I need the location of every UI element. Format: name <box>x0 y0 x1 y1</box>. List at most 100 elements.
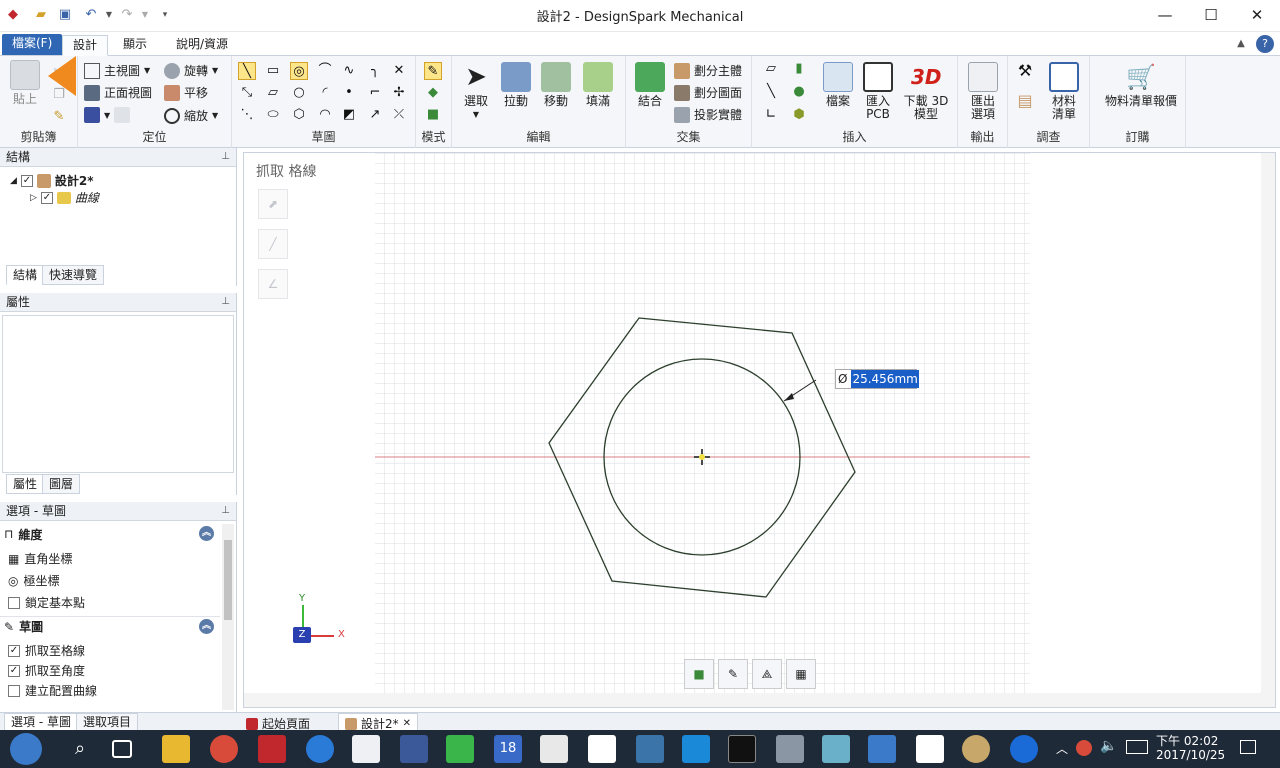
sketch-mode-icon[interactable]: ✎ <box>424 62 442 80</box>
layout-curves-checkbox[interactable] <box>8 684 20 697</box>
collapse-chevron-icon[interactable]: ︽ <box>199 526 214 541</box>
option-cartesian[interactable]: ▦ 直角坐標 <box>8 550 72 567</box>
split-body-button[interactable]: 劃分主體 <box>674 62 742 79</box>
chrome-icon[interactable] <box>210 735 238 763</box>
tab-selection[interactable]: 選取項目 <box>76 713 139 731</box>
maximize-icon[interactable]: ☐ <box>1188 0 1234 32</box>
mini-toolbar-select[interactable]: ⬈ <box>258 189 288 219</box>
start-button-icon[interactable] <box>10 733 42 765</box>
select-button[interactable]: ➤ 選取 ▼ <box>458 62 494 121</box>
mirror-tool-icon[interactable]: ◩ <box>340 106 358 124</box>
trim-tool-icon[interactable]: ✕ <box>390 62 408 80</box>
tree-child[interactable]: ▷ ✓ 曲線 <box>30 189 99 206</box>
tab-properties[interactable]: 屬性 <box>6 474 45 494</box>
pin-icon[interactable]: ⊥ <box>221 293 230 311</box>
tray-chevron-icon[interactable]: ︿ <box>1056 740 1068 757</box>
snap-grid-checkbox[interactable]: ✓ <box>8 644 20 657</box>
taskbar-search-icon[interactable]: ⌕ <box>66 735 94 763</box>
facebook-icon[interactable] <box>400 735 428 763</box>
tab-help[interactable]: 說明/資源 <box>166 35 238 56</box>
ellipse-tool-icon[interactable]: ⬭ <box>264 106 282 124</box>
collapse-icon[interactable]: ◢ <box>10 176 17 186</box>
reader-icon[interactable] <box>352 735 380 763</box>
bom-quote-button[interactable]: 🛒 物料清單報價 <box>1096 62 1186 108</box>
bend-tool-icon[interactable]: ↗ <box>366 106 384 124</box>
sketch-plane-icon[interactable]: ✎ <box>718 659 748 689</box>
collapse-chevron-icon[interactable]: ︽ <box>199 619 214 634</box>
tab-options-sketch[interactable]: 選項 - 草圖 <box>4 713 78 731</box>
arc-tool-icon[interactable]: ⌒ <box>316 62 334 80</box>
sketch-svg[interactable] <box>244 153 1276 708</box>
calendar-icon[interactable]: 18 <box>494 735 522 763</box>
option-snap-grid[interactable]: ✓ 抓取至格線 <box>8 642 85 659</box>
horizontal-scrollbar[interactable] <box>244 693 1263 707</box>
dimension-section[interactable]: ⊓ 維度 ︽ <box>0 524 220 544</box>
tangent-arc-icon[interactable]: ◜ <box>316 84 334 102</box>
three-point-rectangle-icon[interactable]: ▱ <box>264 84 282 102</box>
plan-view-icon[interactable]: ▦ <box>786 659 816 689</box>
option-polar[interactable]: ◎ 極坐標 <box>8 572 60 589</box>
clock-time[interactable]: 下午 02:02 <box>1156 732 1218 749</box>
python-icon[interactable] <box>636 735 664 763</box>
split-face-button[interactable]: 劃分圖面 <box>674 84 742 101</box>
zoom-button[interactable]: 縮放 ▼ <box>164 107 218 124</box>
lock-base-point-checkbox[interactable] <box>8 596 20 609</box>
tray-app-icon[interactable] <box>1076 740 1092 756</box>
tab-quick-nav[interactable]: 快速導覽 <box>42 265 105 285</box>
sketch-section[interactable]: ✎ 草圖 ︽ <box>0 616 220 636</box>
tab-structure[interactable]: 結構 <box>6 265 45 285</box>
vertical-scrollbar[interactable] <box>1261 153 1275 707</box>
note-icon[interactable] <box>822 735 850 763</box>
minimize-icon[interactable]: — <box>1142 0 1188 32</box>
three-point-circle-icon[interactable]: ○ <box>290 84 308 102</box>
option-layout-curves[interactable]: 建立配置曲線 <box>8 682 97 699</box>
measure-icon[interactable]: ⚒ <box>1016 62 1034 80</box>
fill-button[interactable]: 填滿 <box>580 62 616 108</box>
project-button[interactable]: 投影實體 <box>674 106 742 123</box>
task-view-icon[interactable] <box>112 740 132 758</box>
sphere-icon[interactable]: ● <box>790 83 808 101</box>
keyboard-app-icon[interactable] <box>868 735 896 763</box>
line-tool-icon[interactable]: ╲ <box>238 62 256 80</box>
snap-angle-checkbox[interactable]: ✓ <box>8 664 20 677</box>
spline-tool-icon[interactable]: ∿ <box>340 62 358 80</box>
close-icon[interactable]: ✕ <box>1234 0 1280 32</box>
paste-button[interactable]: 貼上 <box>6 60 44 106</box>
download-3d-button[interactable]: 3D 下載 3D 模型 <box>902 62 950 121</box>
acrobat-icon[interactable] <box>258 735 286 763</box>
elephant-icon[interactable] <box>776 735 804 763</box>
shell-icon[interactable]: ⬢ <box>790 106 808 124</box>
view-cube-button[interactable]: ▼ <box>84 107 131 123</box>
3d-mode-icon[interactable]: ■ <box>424 106 442 124</box>
terminal-icon[interactable] <box>728 735 756 763</box>
mini-toolbar-angle[interactable]: ∠ <box>258 269 288 299</box>
video-icon[interactable] <box>916 735 944 763</box>
construction-line-icon[interactable]: ⋱ <box>238 106 256 124</box>
file-explorer-icon[interactable] <box>162 735 190 763</box>
pull-button[interactable]: 拉動 <box>498 62 534 108</box>
insert-file-button[interactable]: 檔案 <box>820 62 856 108</box>
bom-button[interactable]: 材料 清單 <box>1044 62 1084 121</box>
clock-date[interactable]: 2017/10/25 <box>1156 748 1225 762</box>
rectangle-tool-icon[interactable]: ▭ <box>264 62 282 80</box>
gmail-icon[interactable] <box>540 735 568 763</box>
polygon-tool-icon[interactable]: ⬡ <box>290 106 308 124</box>
mini-toolbar-line[interactable]: ╱ <box>258 229 288 259</box>
pan-button[interactable]: 平移 <box>164 84 208 101</box>
close-tab-icon[interactable]: ✕ <box>403 718 411 729</box>
spin-button[interactable]: 旋轉 ▼ <box>164 62 218 79</box>
section-mode-icon[interactable]: ◆ <box>424 84 442 102</box>
tab-file[interactable]: 檔案(F) <box>2 34 63 55</box>
dimension-value[interactable]: 25.456mm <box>851 370 919 388</box>
option-snap-angle[interactable]: ✓ 抓取至角度 <box>8 662 85 679</box>
line-icon[interactable] <box>446 735 474 763</box>
cylinder-icon[interactable]: ▮ <box>790 60 808 78</box>
paint-icon[interactable] <box>962 735 990 763</box>
home-view-button[interactable]: 主視圖 ▼ <box>84 62 150 79</box>
plane-icon[interactable]: ▱ <box>762 60 780 78</box>
dimension-box[interactable]: Ø 25.456mm <box>835 369 919 389</box>
move-button[interactable]: 移動 <box>538 62 574 108</box>
origin-icon[interactable]: ∟ <box>762 106 780 124</box>
tangent-line-icon[interactable]: ⤡ <box>238 84 256 102</box>
tab-layers[interactable]: 圖層 <box>42 474 81 494</box>
